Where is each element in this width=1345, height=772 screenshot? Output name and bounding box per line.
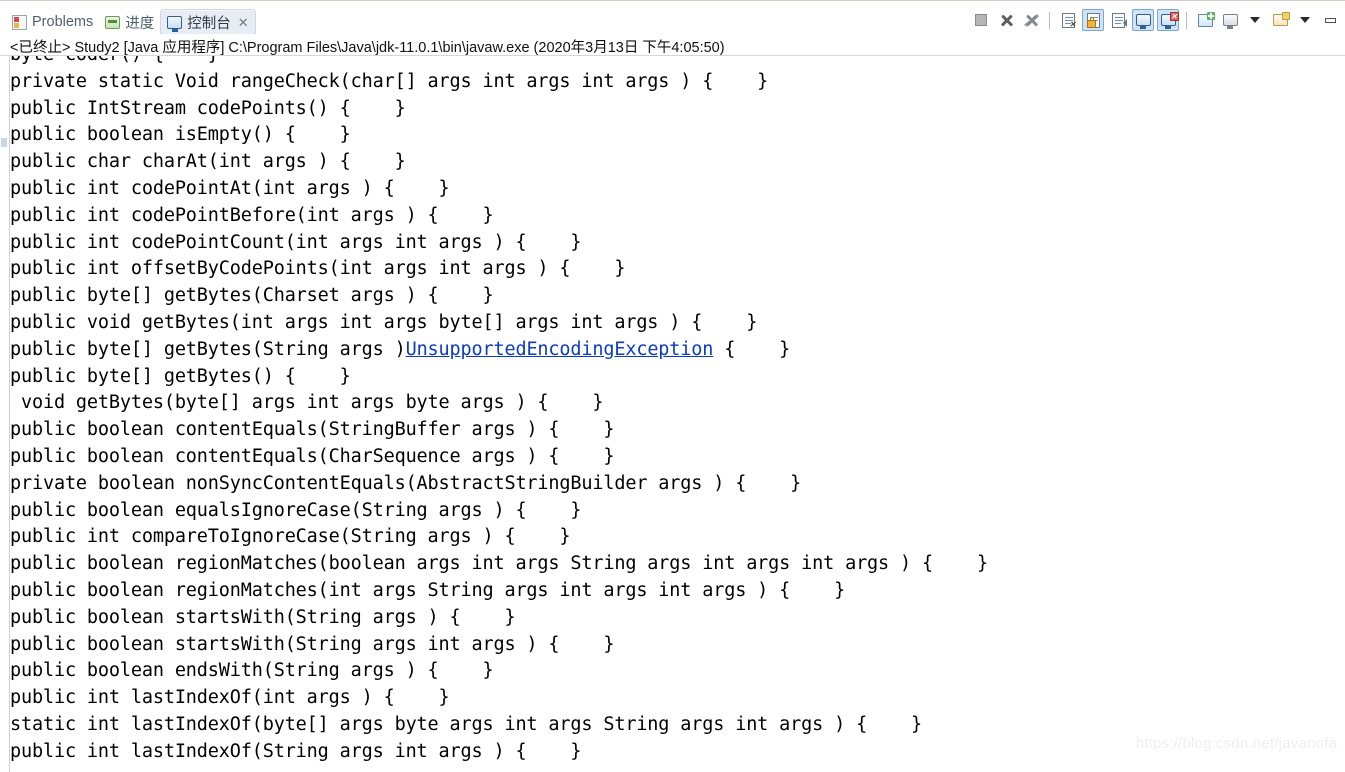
problems-icon: [12, 14, 27, 30]
toolbar-separator-2: [1186, 11, 1187, 29]
tab-problems[interactable]: Problems: [6, 10, 99, 34]
chevron-down-icon-2: [1300, 17, 1310, 23]
console-line: public boolean contentEquals(CharSequenc…: [10, 445, 615, 467]
console-line: public boolean equalsIgnoreCase(String a…: [10, 499, 582, 521]
console-line: void getBytes(byte[] args int args byte …: [10, 392, 604, 414]
toolbar-separator: [1049, 11, 1050, 29]
scroll-lock-icon: [1086, 12, 1100, 28]
chevron-down-icon: [1250, 17, 1260, 23]
view-tab-bar: Problems 进度 控制台 ✕ ✕ ✕: [0, 6, 1345, 34]
tab-console[interactable]: 控制台 ✕: [160, 9, 256, 34]
remove-launch-button[interactable]: [995, 9, 1017, 31]
console-line: public byte[] getBytes(String args )Unsu…: [10, 338, 791, 360]
console-line: public boolean regionMatches(boolean arg…: [10, 553, 988, 575]
console-line: public char charAt(int args ) { }: [10, 151, 406, 173]
close-icon[interactable]: ✕: [238, 16, 249, 29]
terminate-button[interactable]: [970, 9, 992, 31]
pin-console-button[interactable]: [1194, 9, 1216, 31]
console-line: public IntStream codePoints() { }: [10, 97, 406, 119]
open-console-icon: [1272, 12, 1290, 26]
show-console-on-output-button[interactable]: [1132, 9, 1154, 31]
console-line: public boolean startsWith(String args ) …: [10, 606, 516, 628]
remove-x-icon: [999, 13, 1014, 28]
scroll-lock-button[interactable]: [1082, 9, 1104, 31]
console-line: byte coder() { }: [10, 56, 1345, 69]
console-line: public boolean endsWith(String args ) { …: [10, 660, 494, 682]
console-output-icon: [1135, 14, 1151, 29]
console-line: public byte[] getBytes(Charset args ) { …: [10, 285, 494, 307]
console-line: public int compareToIgnoreCase(String ar…: [10, 526, 571, 548]
open-console-button[interactable]: [1269, 9, 1291, 31]
console-output-area[interactable]: byte coder() { }private static Void rang…: [0, 56, 1345, 772]
stop-square-icon: [975, 14, 987, 26]
exception-link[interactable]: UnsupportedEncodingException: [406, 339, 714, 360]
minimize-view-button[interactable]: [1319, 9, 1341, 31]
remove-all-x-icon: [1023, 13, 1039, 28]
console-line: public boolean regionMatches(int args St…: [10, 579, 846, 601]
display-selected-console-dropdown[interactable]: [1244, 9, 1266, 31]
display-console-icon: [1222, 14, 1238, 29]
console-line: public int codePointAt(int args ) { }: [10, 177, 450, 199]
word-wrap-button[interactable]: [1107, 9, 1129, 31]
tab-progress-label: 进度: [125, 15, 155, 32]
console-line: public byte[] getBytes() { }: [10, 365, 351, 387]
pin-console-icon: [1197, 11, 1215, 27]
console-line: public int offsetByCodePoints(int args i…: [10, 258, 626, 280]
progress-icon: [105, 15, 121, 29]
show-console-on-error-button[interactable]: ✕: [1157, 9, 1179, 31]
minimize-icon: [1324, 17, 1336, 23]
console-text: byte coder() { }private static Void rang…: [10, 56, 1345, 772]
console-launch-header: <已终止> Study2 [Java 应用程序] C:\Program File…: [0, 34, 1345, 56]
console-line: private boolean nonSyncContentEquals(Abs…: [10, 472, 802, 494]
console-error-icon: ✕: [1160, 12, 1179, 29]
console-line: static int lastIndexOf(byte[] args byte …: [10, 713, 922, 735]
console-line: public int lastIndexOf(String args int a…: [10, 740, 582, 762]
console-line: public int codePointBefore(int args ) { …: [10, 204, 494, 226]
tab-problems-label: Problems: [32, 14, 94, 30]
clear-console-icon: ✕: [1061, 12, 1076, 28]
clear-console-button[interactable]: ✕: [1057, 9, 1079, 31]
console-line: public int codePointCount(int args int a…: [10, 231, 582, 253]
tab-console-label: 控制台: [187, 15, 231, 32]
console-line: public boolean isEmpty() { }: [10, 124, 351, 146]
console-line: public boolean contentEquals(StringBuffe…: [10, 419, 615, 441]
word-wrap-icon: [1111, 12, 1127, 28]
console-toolbar: ✕ ✕: [970, 6, 1341, 34]
console-icon: [167, 15, 183, 32]
console-line: public boolean startsWith(String args in…: [10, 633, 615, 655]
tab-progress[interactable]: 进度: [99, 10, 160, 34]
remove-all-terminated-button[interactable]: [1020, 9, 1042, 31]
console-line: public int lastIndexOf(int args ) { }: [10, 687, 450, 709]
display-selected-console-button[interactable]: [1219, 9, 1241, 31]
console-line: private static Void rangeCheck(char[] ar…: [10, 70, 769, 92]
open-console-dropdown[interactable]: [1294, 9, 1316, 31]
console-line: public void getBytes(int args int args b…: [10, 311, 758, 333]
console-left-rail: [0, 56, 10, 772]
console-rail-marker: [1, 138, 7, 147]
view-tabs: Problems 进度 控制台 ✕: [6, 6, 256, 34]
